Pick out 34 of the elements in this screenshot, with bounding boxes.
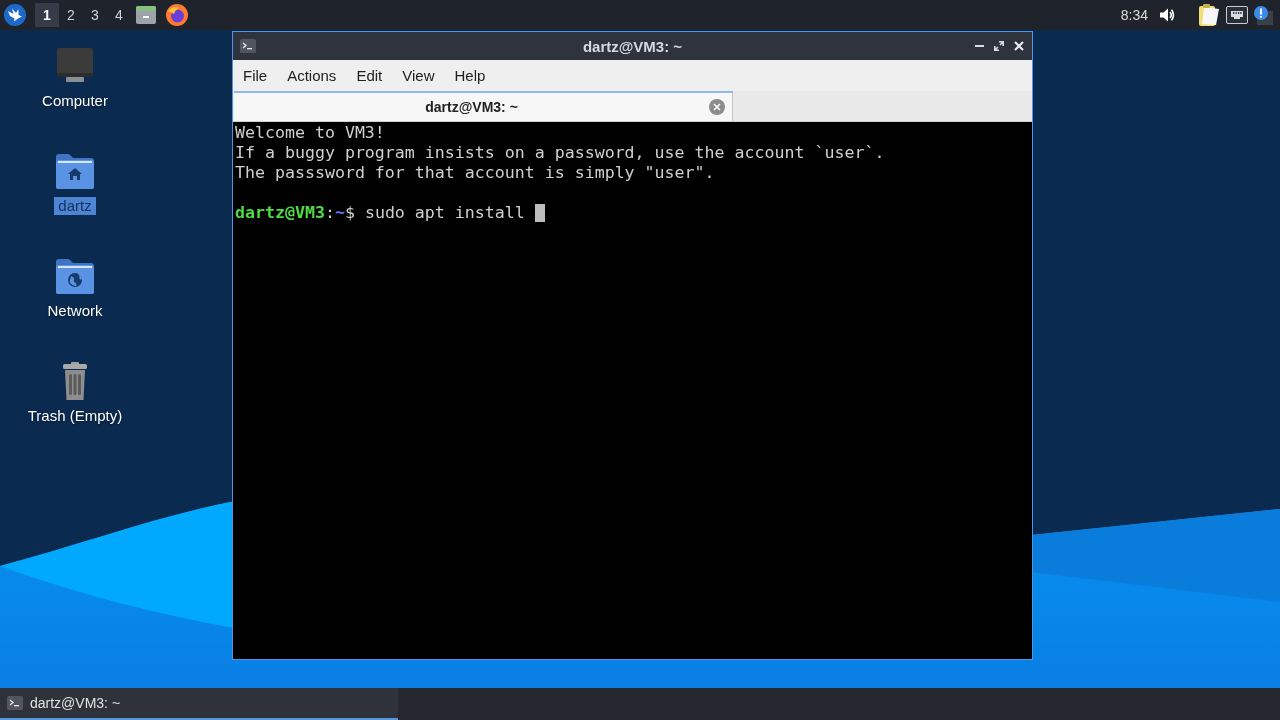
- terminal-icon: [7, 696, 23, 710]
- taskbar-button[interactable]: dartz@VM3: ~: [0, 688, 398, 720]
- close-icon: [1014, 41, 1024, 51]
- workspace-button[interactable]: 3: [83, 3, 107, 27]
- workspace-button[interactable]: 4: [107, 3, 131, 27]
- tab[interactable]: dartz@VM3: ~: [234, 91, 733, 121]
- alert-icon[interactable]: [1253, 5, 1273, 25]
- bird-icon[interactable]: [4, 4, 26, 26]
- terminal-icon: [240, 39, 256, 53]
- close-icon[interactable]: [709, 99, 725, 115]
- speaker-icon[interactable]: [1159, 7, 1176, 23]
- clock[interactable]: 8:34: [1120, 7, 1148, 23]
- window-title: dartz@VM3: ~: [582, 37, 683, 55]
- menu-item[interactable]: View: [392, 62, 445, 89]
- icon-label[interactable]: Network: [46, 302, 104, 320]
- clipboard-icon[interactable]: [1199, 4, 1219, 26]
- drawer-icon[interactable]: [136, 6, 156, 24]
- icon-label[interactable]: Computer: [41, 92, 109, 110]
- flame-globe-icon[interactable]: [166, 4, 188, 26]
- terminal-line: Welcome to VM3!: [235, 123, 385, 143]
- menu-item[interactable]: Edit: [346, 62, 393, 89]
- ethernet-port-icon[interactable]: [1226, 6, 1248, 24]
- home-folder-icon[interactable]: [55, 151, 95, 191]
- menu-item[interactable]: Actions: [277, 62, 347, 89]
- terminal-line: If a buggy program insists on a password, use the account `user`.: [235, 143, 885, 163]
- workspace-button[interactable]: 2: [59, 3, 83, 27]
- menu-item[interactable]: Help: [444, 62, 496, 89]
- icon-label[interactable]: Trash (Empty): [26, 407, 124, 425]
- terminal-line: The passsword for that account is simply "user".: [235, 163, 715, 183]
- maximize-icon: [994, 41, 1004, 51]
- minimize-icon: [974, 45, 984, 47]
- workspace-button[interactable]: 1: [35, 3, 59, 27]
- menu-item[interactable]: File: [233, 62, 278, 89]
- command-prompt-line: dartz@VM3:~$ sudo apt install: [235, 203, 525, 223]
